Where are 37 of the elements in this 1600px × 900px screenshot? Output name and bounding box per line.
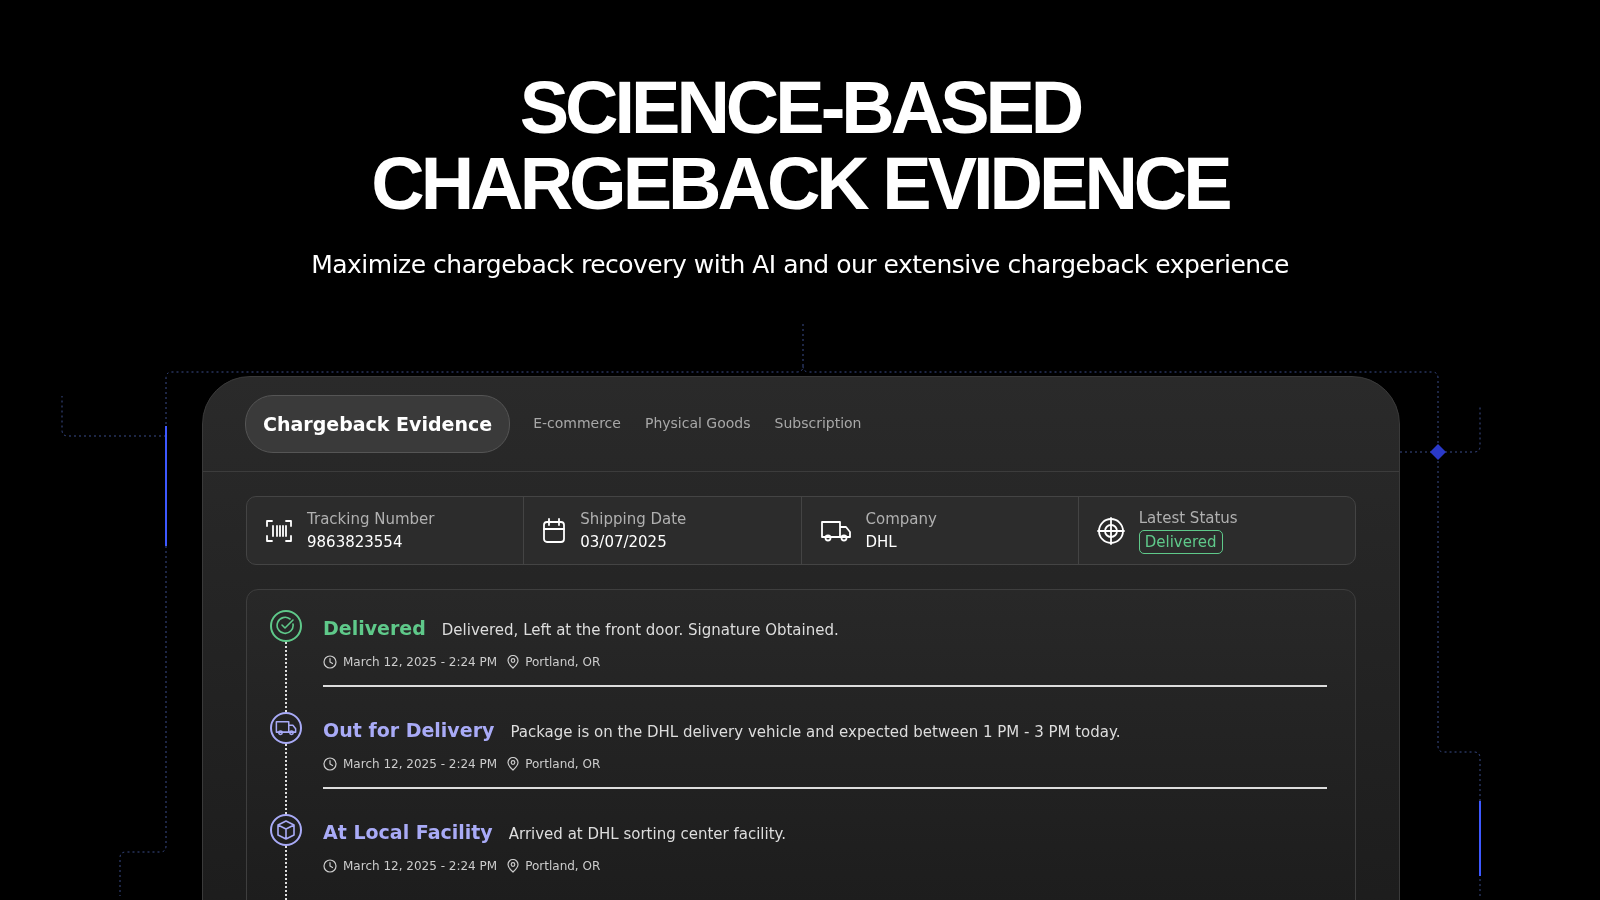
event-time: March 12, 2025 - 2:24 PM [343, 857, 498, 875]
calendar-icon [542, 517, 567, 544]
tab[interactable]: E-commerce [532, 412, 622, 436]
location-pin-icon [507, 756, 520, 771]
event-description: Package is on the DHL delivery vehicle and expected between 1 PM - 3 PM today. [510, 722, 1121, 743]
crosshair-icon [1096, 516, 1125, 545]
event-description: Arrived at DHL sorting center facility. [508, 824, 787, 845]
clock-icon [323, 654, 337, 669]
tab[interactable]: Subscription [773, 412, 863, 436]
event-title: At Local Facility [323, 820, 493, 845]
location-pin-icon [507, 654, 520, 669]
event-title: Out for Delivery [323, 718, 495, 743]
subtitle: Maximize chargeback recovery with AI and our extensive chargeback experience [310, 249, 1290, 281]
clock-icon [323, 756, 337, 771]
tab[interactable]: Chargeback Evidence [245, 394, 511, 453]
event-title: Delivered [323, 616, 426, 641]
event-location: Portland, OR [525, 653, 601, 671]
barcode-icon [265, 518, 293, 543]
field-value: 9863823554 [307, 531, 404, 553]
field-label: Shipping Date [580, 509, 687, 530]
truck-icon [819, 518, 852, 543]
event-location: Portland, OR [525, 857, 601, 875]
location-pin-icon [507, 858, 520, 873]
field-value: 03/07/2025 [580, 531, 668, 553]
headline: CHARGEBACK EVIDENCE [370, 146, 1231, 222]
field-label: Tracking Number [307, 509, 435, 530]
field-label: Latest Status [1138, 508, 1238, 529]
event-time: March 12, 2025 - 2:24 PM [343, 653, 498, 671]
field-label: Company [865, 509, 937, 530]
clock-icon [323, 858, 337, 873]
event-time: March 12, 2025 - 2:24 PM [343, 755, 498, 773]
event-description: Delivered, Left at the front door. Signature Obtained. [441, 620, 839, 641]
headline: SCIENCE-BASED [518, 70, 1082, 146]
tab[interactable]: Physical Goods [643, 412, 752, 436]
status-badge: Delivered [1138, 529, 1223, 554]
field-value: DHL [865, 531, 898, 553]
event-location: Portland, OR [525, 755, 601, 773]
